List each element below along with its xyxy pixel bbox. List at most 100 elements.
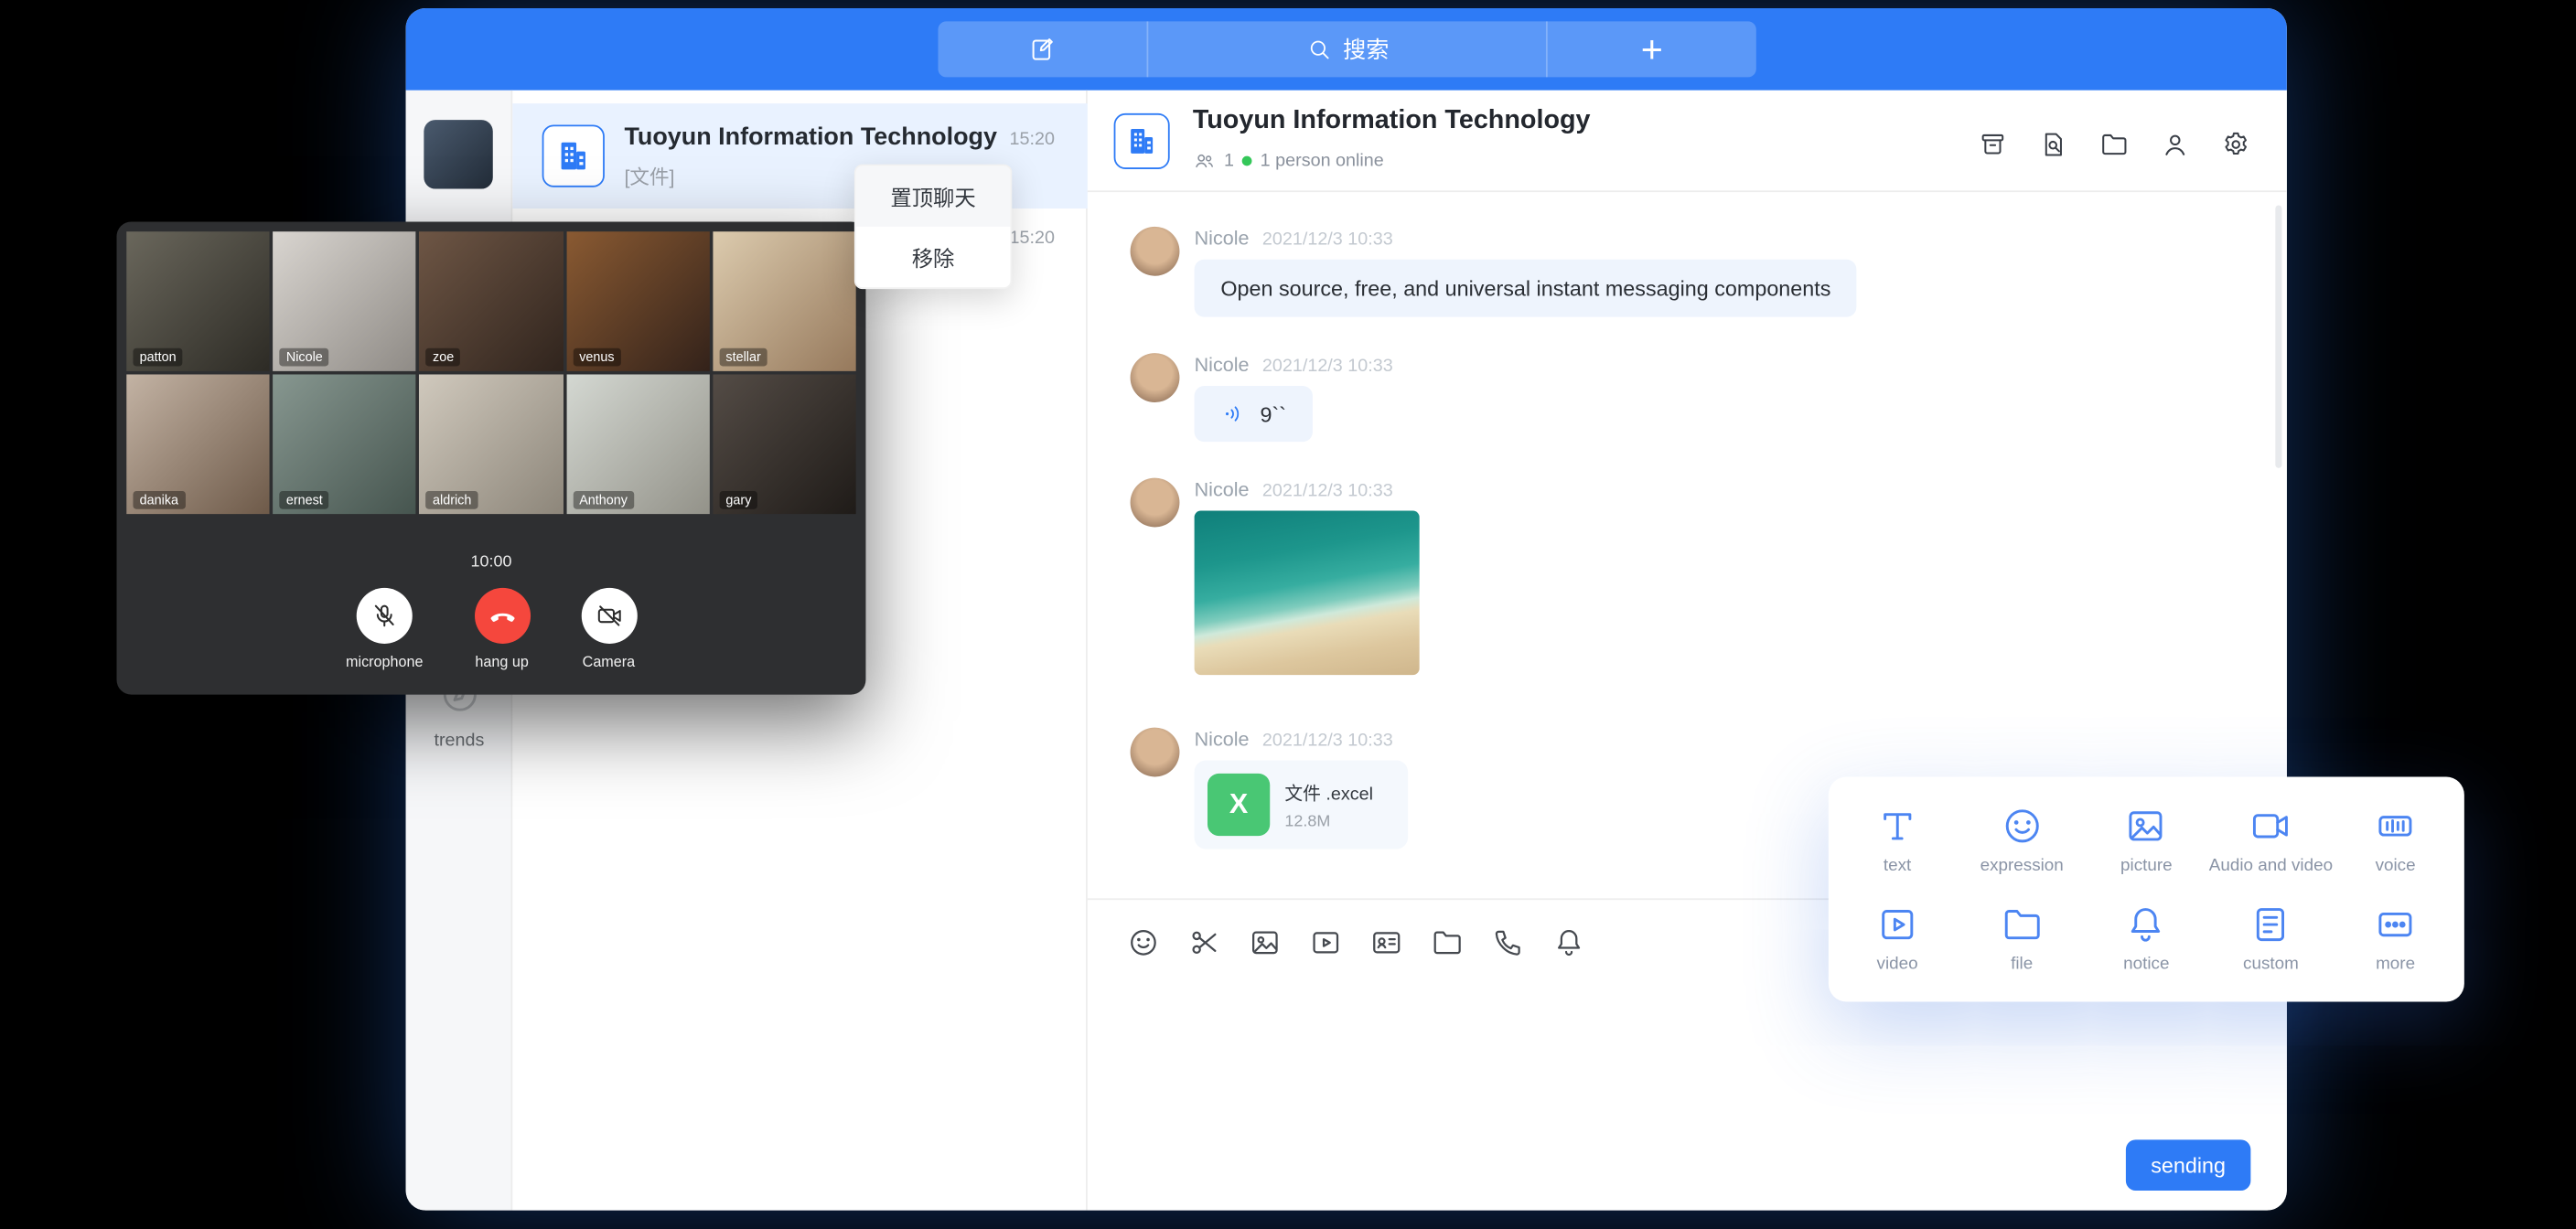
notice-icon	[2125, 903, 2168, 946]
sender-name: Nicole	[1195, 728, 1250, 751]
file-icon[interactable]	[1431, 926, 1464, 959]
call-elapsed-time: 10:00	[126, 553, 855, 572]
online-dot	[1242, 156, 1252, 166]
call-icon[interactable]	[1492, 926, 1525, 959]
participant-tile: venus	[566, 231, 710, 371]
feature-more[interactable]: more	[2334, 889, 2458, 989]
message-time: 2021/12/3 10:33	[1262, 481, 1393, 501]
hang-up-icon	[488, 601, 517, 630]
message-time: 2021/12/3 10:33	[1262, 230, 1393, 250]
chat-title: Tuoyun Information Technology	[1193, 107, 1591, 136]
add-button[interactable]: +	[1546, 21, 1756, 77]
participant-tile: aldrich	[420, 374, 564, 514]
text-icon	[1876, 805, 1919, 848]
avatar[interactable]	[1131, 728, 1180, 777]
avatar[interactable]	[1131, 353, 1180, 402]
compose-button[interactable]	[938, 21, 1148, 77]
avatar[interactable]	[1131, 478, 1180, 528]
archive-icon[interactable]	[1978, 130, 2007, 159]
camera-label: Camera	[583, 654, 635, 670]
participant-name: zoe	[426, 348, 461, 367]
feature-video[interactable]: video	[1835, 889, 1959, 989]
file-name: 文件 .excel	[1284, 779, 1373, 806]
search-bar[interactable]: 搜索	[1148, 21, 1546, 77]
send-button[interactable]: sending	[2126, 1139, 2250, 1191]
emoji-icon[interactable]	[1127, 926, 1160, 959]
image-message-thumbnail[interactable]	[1195, 511, 1420, 676]
participant-tile: ernest	[273, 374, 416, 514]
video-icon	[1876, 903, 1919, 946]
member-icon[interactable]	[2161, 130, 2190, 159]
video-icon[interactable]	[1309, 926, 1342, 959]
feature-text[interactable]: text	[1835, 790, 1959, 890]
participant-name: ernest	[280, 491, 329, 509]
menu-item-remove[interactable]: 移除	[856, 227, 1011, 287]
trends-label: trends	[406, 731, 513, 751]
call-controls: microphone hang up Camera	[126, 588, 855, 670]
voice-message-bubble[interactable]: 9``	[1195, 386, 1313, 442]
chat-header-actions	[1978, 130, 2250, 159]
participant-tile: patton	[126, 231, 270, 371]
feature-file[interactable]: file	[1959, 889, 2084, 989]
group-avatar	[542, 124, 605, 187]
profile-avatar[interactable]	[424, 120, 492, 188]
microphone-button[interactable]: microphone	[346, 588, 423, 670]
sender-name: Nicole	[1195, 478, 1250, 501]
settings-icon[interactable]	[2221, 130, 2250, 159]
building-icon	[1125, 124, 1158, 157]
hang-up-button[interactable]: hang up	[474, 588, 530, 670]
folder-icon[interactable]	[2099, 130, 2129, 159]
notice-icon[interactable]	[1552, 926, 1585, 959]
plus-icon: +	[1641, 27, 1663, 71]
participant-tile: gary	[713, 374, 856, 514]
feature-voice[interactable]: voice	[2334, 790, 2458, 890]
participant-name: venus	[573, 348, 621, 367]
building-icon	[555, 138, 592, 175]
excel-file-icon: X	[1208, 774, 1270, 836]
audio-video-icon	[2249, 805, 2292, 848]
file-size: 12.8M	[1284, 812, 1373, 830]
microphone-label: microphone	[346, 654, 423, 670]
member-count: 1	[1224, 151, 1234, 171]
voice-duration: 9``	[1260, 401, 1286, 426]
picture-icon[interactable]	[1249, 926, 1282, 959]
camera-button[interactable]: Camera	[581, 588, 637, 670]
menu-item-pin-chat[interactable]: 置顶聊天	[856, 166, 1011, 226]
feature-notice[interactable]: notice	[2084, 889, 2208, 989]
participant-name: Nicole	[280, 348, 329, 367]
participant-tile: Nicole	[273, 231, 416, 371]
chat-subtitle: 1 1 person online	[1193, 149, 1384, 172]
participant-tile: zoe	[420, 231, 564, 371]
message-time: 2021/12/3 10:33	[1262, 731, 1393, 751]
online-status: 1 person online	[1261, 151, 1384, 171]
screenshot-icon[interactable]	[1187, 926, 1220, 959]
feature-custom[interactable]: custom	[2208, 889, 2333, 989]
avatar[interactable]	[1131, 227, 1180, 276]
chat-header: Tuoyun Information Technology 1 1 person…	[1088, 91, 2287, 192]
conversation-time: 15:20	[1010, 130, 1055, 150]
feature-picture[interactable]: picture	[2084, 790, 2208, 890]
expression-icon	[2001, 805, 2044, 848]
more-icon	[2374, 903, 2417, 946]
scrollbar-thumb[interactable]	[2275, 205, 2281, 467]
message-text: Nicole 2021/12/3 10:33 Open source, free…	[1131, 227, 2287, 317]
hang-up-label: hang up	[475, 654, 528, 670]
search-icon	[1305, 37, 1332, 63]
group-avatar[interactable]	[1114, 113, 1170, 169]
feature-audio-video[interactable]: Audio and video	[2208, 790, 2333, 890]
file-search-icon[interactable]	[2039, 130, 2068, 159]
participant-name: danika	[133, 491, 185, 509]
mic-off-icon	[370, 601, 399, 630]
video-call-panel: patton Nicole zoe venus stellar danika e…	[117, 221, 866, 694]
card-icon[interactable]	[1370, 926, 1403, 959]
file-icon	[2001, 903, 2044, 946]
top-bar-controls: 搜索 +	[938, 21, 1755, 77]
camera-off-icon	[594, 601, 623, 630]
top-bar: 搜索 +	[406, 8, 2287, 91]
feature-popover: text expression picture Audio and video …	[1829, 776, 2464, 1001]
feature-expression[interactable]: expression	[1959, 790, 2084, 890]
participant-name: stellar	[719, 348, 767, 367]
picture-icon	[2125, 805, 2168, 848]
participant-name: aldrich	[426, 491, 478, 509]
file-message-card[interactable]: X 文件 .excel 12.8M	[1195, 761, 1408, 850]
